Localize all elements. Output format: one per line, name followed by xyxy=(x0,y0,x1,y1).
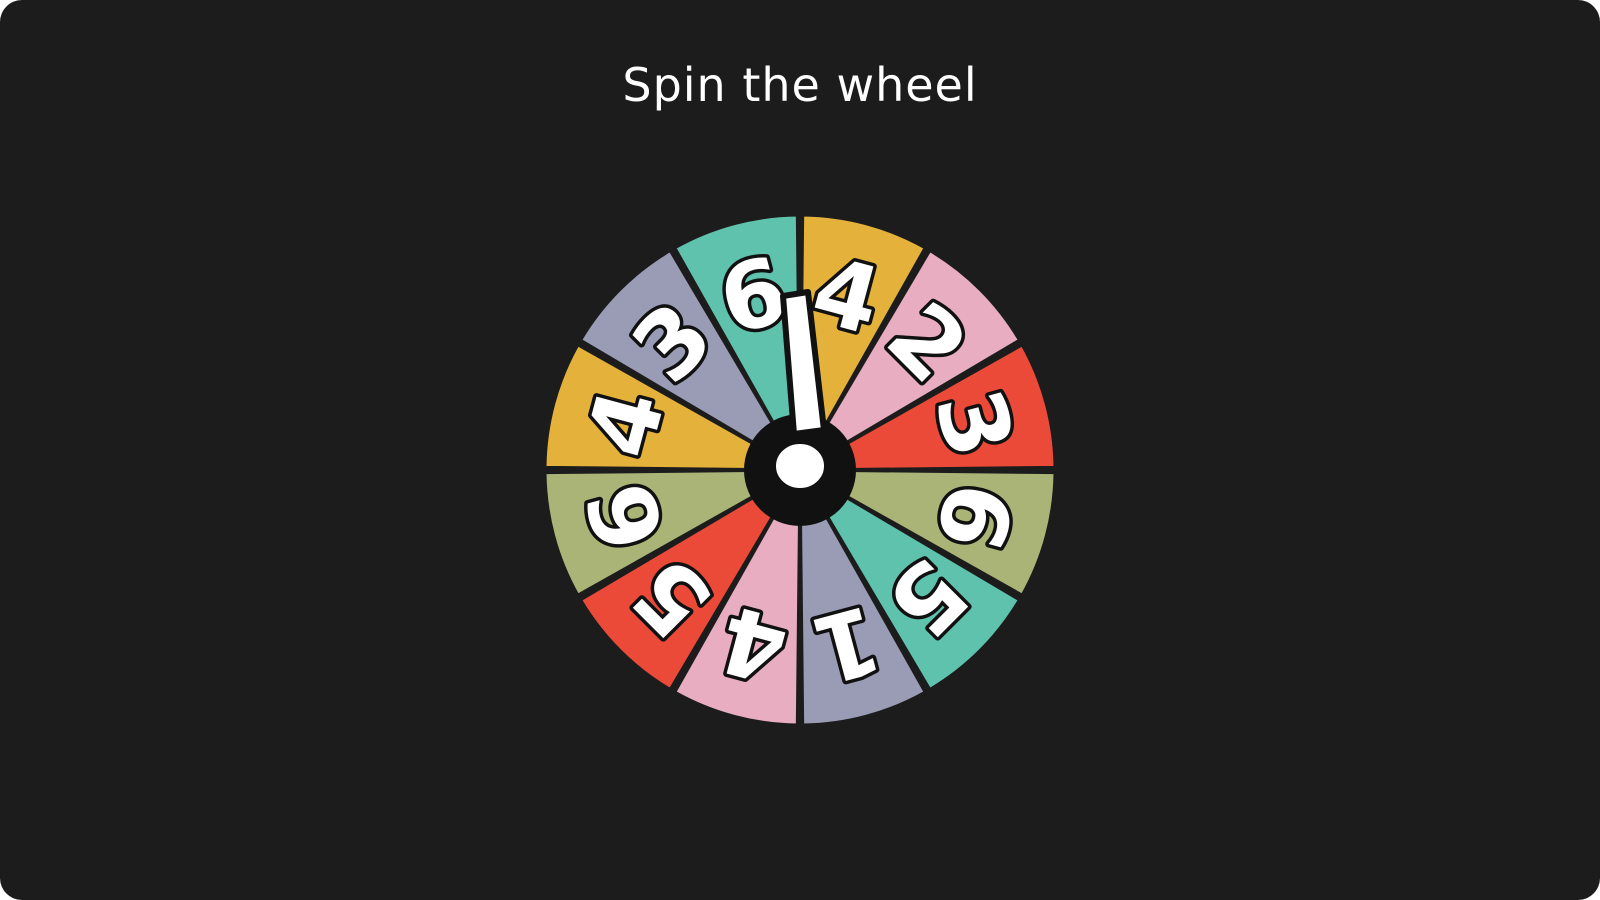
spin-wheel[interactable]: 423651456436 xyxy=(540,210,1060,730)
game-screen: Spin the wheel 423651456436 xyxy=(0,0,1600,900)
page-title: Spin the wheel xyxy=(622,58,978,112)
